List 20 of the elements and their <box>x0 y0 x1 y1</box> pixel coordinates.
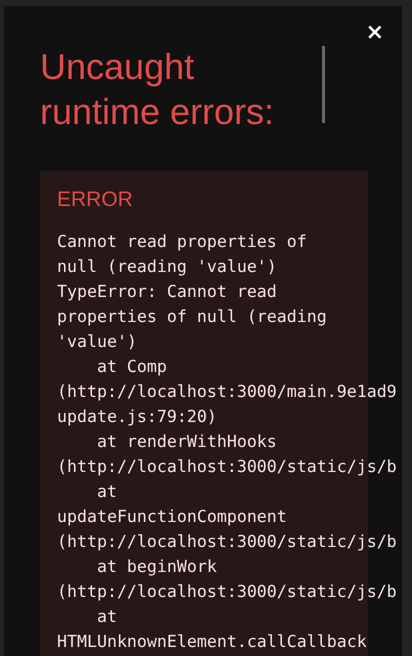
stack-trace-line: at Comp <box>96 356 167 378</box>
stack-trace-line: TypeError: Cannot read <box>57 281 277 303</box>
error-label: ERROR <box>57 187 134 213</box>
stack-trace-line: (http://localhost:3000/static/js/b <box>57 531 397 553</box>
overlay-title: Uncaught runtime errors: <box>40 45 276 134</box>
stack-trace-line: update.js:79:20) <box>57 406 217 428</box>
stack-trace-line: at beginWork <box>96 556 217 578</box>
stack-trace-line: properties of null (reading <box>57 306 327 328</box>
stack-trace-line: (http://localhost:3000/static/js/b <box>57 456 397 478</box>
stack-trace-line: at renderWithHooks <box>96 431 277 453</box>
stack-trace-line: (http://localhost:3000/static/js/b <box>57 581 397 603</box>
stack-trace-line: (http://localhost:3000/main.9e1ad9 <box>57 381 397 403</box>
stack-trace-line: updateFunctionComponent <box>57 506 287 528</box>
stack-trace-line: null (reading 'value') <box>57 256 277 278</box>
stack-trace-line: at <box>96 481 117 503</box>
stack-trace-line: at <box>96 606 117 628</box>
stack-trace-line: Cannot read properties of <box>57 231 307 253</box>
stack-trace-line: 'value') <box>57 331 137 353</box>
stack-trace-line: HTMLUnknownElement.callCallback <box>57 631 367 653</box>
close-button[interactable]: × <box>362 22 388 44</box>
